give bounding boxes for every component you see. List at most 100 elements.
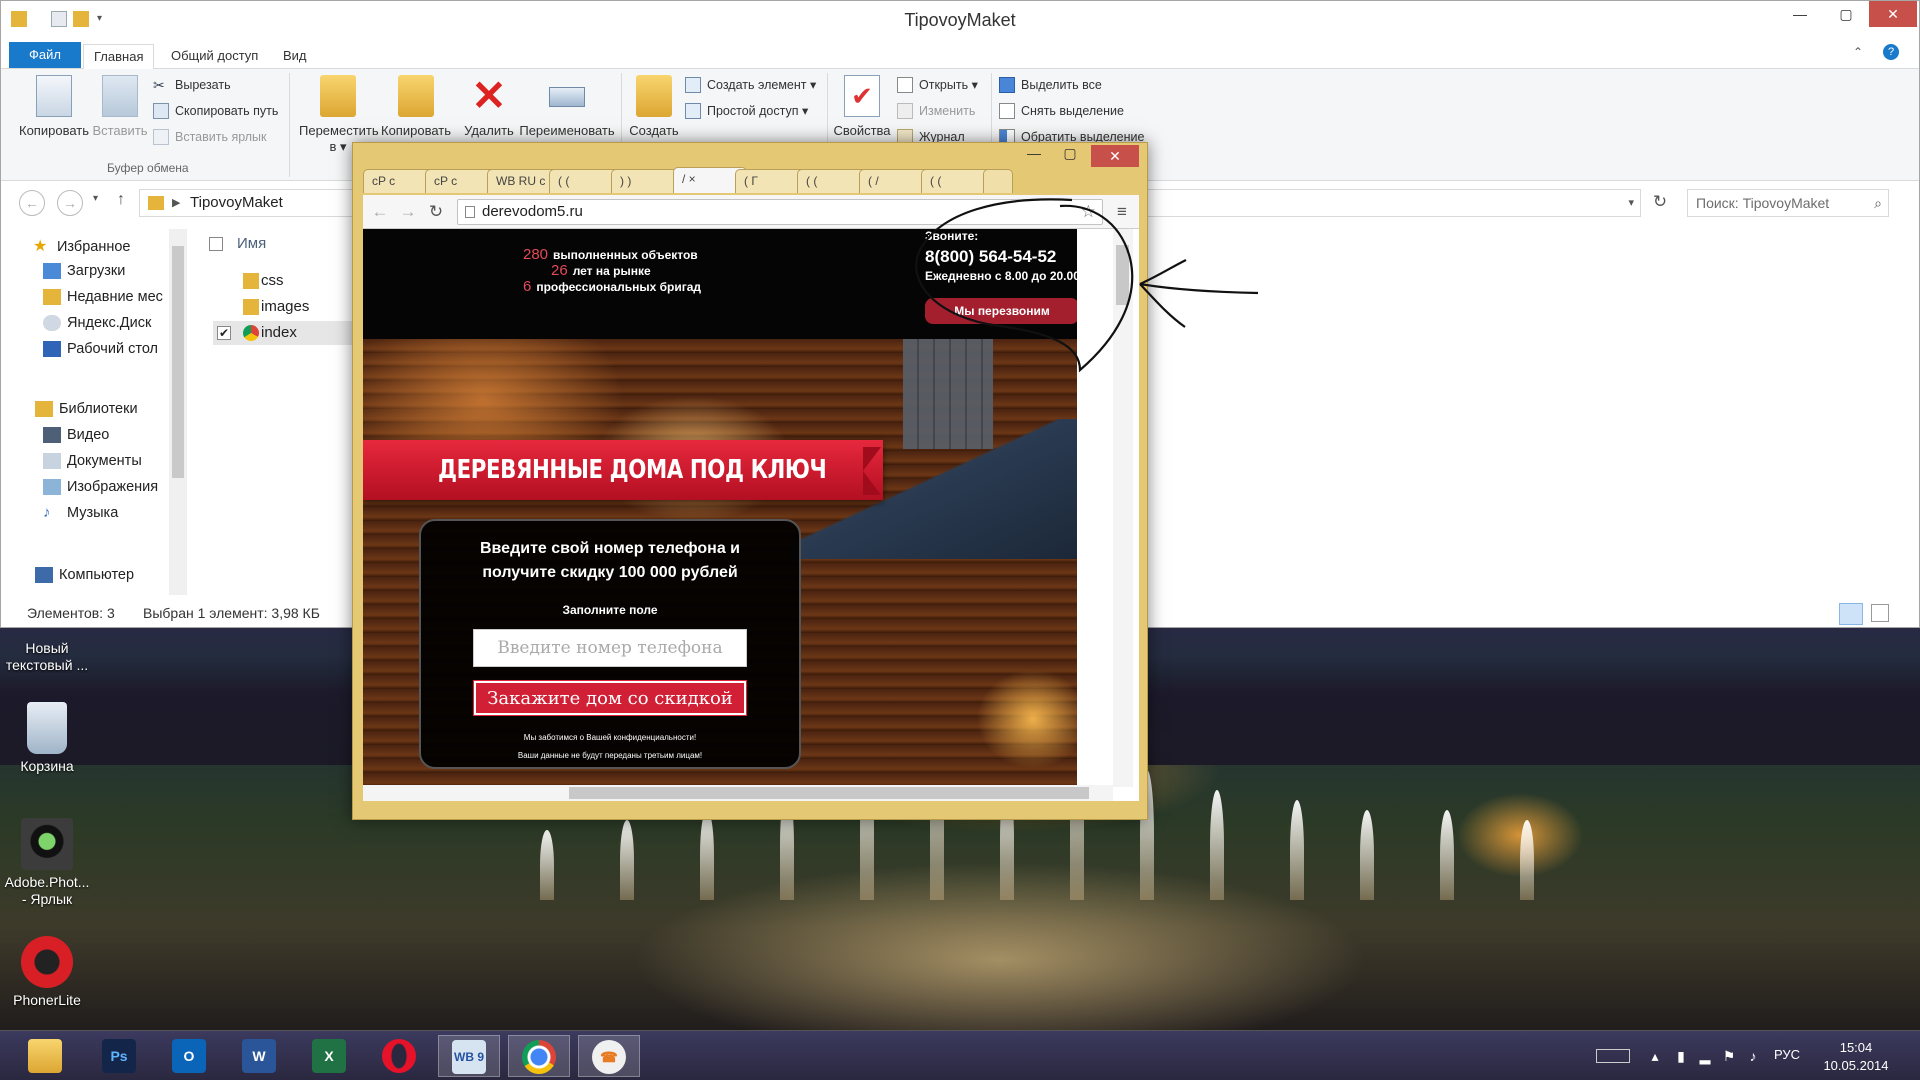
nav-libraries[interactable]: Библиотеки: [31, 397, 138, 421]
taskbar-word[interactable]: W: [228, 1035, 290, 1077]
nav-label: Изображения: [67, 479, 159, 495]
privacy-line: Ваши данные не будут переданы третьим ли…: [517, 751, 703, 760]
properties-button[interactable]: ✔ Свойства: [823, 75, 901, 139]
cut-button[interactable]: ✂ Вырезать: [153, 75, 231, 95]
chrome-menu-icon[interactable]: ≡: [1111, 201, 1133, 223]
nav-images[interactable]: Изображения: [39, 475, 158, 499]
nav-downloads[interactable]: Загрузки: [39, 259, 125, 283]
back-arrow-icon[interactable]: ←: [369, 201, 391, 223]
tab-home[interactable]: Главная: [83, 44, 155, 70]
breadcrumb-chevron-icon: ▶: [172, 197, 181, 209]
horizontal-scrollbar[interactable]: [363, 785, 1113, 801]
vertical-scrollbar-thumb[interactable]: [1116, 245, 1129, 305]
copy-path-button[interactable]: Скопировать путь: [153, 101, 278, 121]
taskbar-phonerlite[interactable]: ☎: [578, 1035, 640, 1077]
address-dropdown-icon[interactable]: ▾: [1628, 190, 1634, 216]
paste-label: Вставить: [92, 123, 148, 138]
up-arrow-icon[interactable]: ↑: [117, 191, 125, 209]
edit-button[interactable]: Изменить: [897, 101, 975, 121]
easy-access-button[interactable]: Простой доступ ▾: [685, 101, 808, 121]
file-row-selected[interactable]: ✔ index: [213, 321, 371, 345]
desktop-icon-photoshop[interactable]: Adobe.Phot... - Ярлык: [2, 818, 92, 908]
desktop-icon-recycle-bin[interactable]: Корзина: [2, 702, 92, 775]
collapse-ribbon-icon[interactable]: ⌃: [1853, 45, 1863, 59]
phone-input[interactable]: [473, 629, 747, 667]
maximize-button[interactable]: ▢: [1823, 1, 1869, 27]
file-row[interactable]: css: [213, 269, 371, 293]
minimize-button[interactable]: —: [1019, 145, 1049, 167]
taskbar-excel[interactable]: X: [298, 1035, 360, 1077]
clock[interactable]: 15:04 10.05.2014: [1806, 1039, 1906, 1075]
desktop-icon-label: Новый текстовый ...: [5, 640, 89, 673]
taskbar-photoshop[interactable]: Ps: [88, 1035, 150, 1077]
paste-button[interactable]: Вставить: [81, 75, 159, 139]
taskbar-webmoney[interactable]: WB 9: [438, 1035, 500, 1077]
reload-icon[interactable]: ↻: [425, 201, 447, 223]
close-button[interactable]: ✕: [1869, 1, 1917, 27]
forward-arrow-icon[interactable]: →: [397, 201, 419, 223]
url-bar[interactable]: derevodom5.ru ☆: [457, 199, 1103, 225]
nav-label: Загрузки: [67, 263, 126, 279]
order-discount-button[interactable]: Закажите дом со скидкой: [473, 680, 747, 716]
forward-button[interactable]: →: [57, 190, 83, 216]
details-view-icon[interactable]: [1839, 603, 1863, 625]
paste-shortcut-icon: [153, 129, 169, 145]
nav-documents[interactable]: Документы: [39, 449, 142, 473]
input-language[interactable]: РУС: [1774, 1047, 1800, 1062]
headline: ДЕРЕВЯННЫЕ ДОМА ПОД КЛЮЧ: [438, 455, 827, 485]
horizontal-scrollbar-thumb[interactable]: [569, 787, 1089, 799]
minimize-button[interactable]: —: [1777, 1, 1823, 27]
select-all-button[interactable]: Выделить все: [999, 75, 1102, 95]
network-icon[interactable]: ▂: [1696, 1047, 1714, 1065]
file-checkbox[interactable]: ✔: [217, 326, 231, 340]
status-selection: Выбран 1 элемент: 3,98 КБ: [143, 605, 320, 621]
large-icons-view-icon[interactable]: [1871, 604, 1889, 622]
taskbar-opera[interactable]: [368, 1035, 430, 1077]
select-none-button[interactable]: Снять выделение: [999, 101, 1124, 121]
new-item-button[interactable]: Создать элемент ▾: [685, 75, 816, 95]
desktop-icon-phonerlite[interactable]: PhonerLite: [2, 936, 92, 1009]
select-all-checkbox[interactable]: [209, 237, 223, 251]
maximize-button[interactable]: ▢: [1055, 145, 1085, 167]
search-input[interactable]: Поиск: TipovoyMaket ⌕: [1687, 189, 1889, 217]
nav-desktop[interactable]: Рабочий стол: [39, 337, 158, 361]
recent-locations-icon[interactable]: ▾: [93, 193, 98, 204]
touch-keyboard-icon[interactable]: [1596, 1049, 1630, 1063]
new-tab-button[interactable]: [983, 169, 1013, 193]
tab-view[interactable]: Вид: [273, 44, 317, 69]
open-button[interactable]: Открыть ▾: [897, 75, 978, 95]
tab-file[interactable]: Файл: [9, 42, 81, 68]
power-icon[interactable]: ▮: [1672, 1047, 1690, 1065]
nav-video[interactable]: Видео: [39, 423, 109, 447]
callback-button[interactable]: Мы перезвоним: [925, 298, 1077, 324]
nav-yandex-disk[interactable]: Яндекс.Диск: [39, 311, 151, 335]
delete-button[interactable]: ✕ Удалить: [451, 75, 527, 139]
taskbar-outlook[interactable]: O: [158, 1035, 220, 1077]
vertical-scrollbar[interactable]: [1113, 229, 1133, 787]
refresh-icon[interactable]: ↻: [1649, 192, 1671, 214]
rename-button[interactable]: Переименовать: [517, 75, 617, 139]
nav-scrollbar-thumb[interactable]: [172, 246, 184, 478]
nav-recent[interactable]: Недавние мес: [39, 285, 163, 309]
nav-favorites[interactable]: ★ Избранное: [3, 235, 130, 259]
taskbar: Ps O W X WB 9 ☎ ▴ ▮ ▂ ⚑ ♪ РУС 15:04 10.0…: [0, 1030, 1920, 1080]
tab-share[interactable]: Общий доступ: [161, 44, 268, 69]
desktop-icon-new-text[interactable]: Новый текстовый ...: [2, 640, 92, 674]
stat-number: 26: [551, 262, 568, 279]
column-header-name[interactable]: Имя: [237, 235, 266, 252]
taskbar-chrome[interactable]: [508, 1035, 570, 1077]
help-icon[interactable]: ?: [1883, 44, 1899, 60]
phone-number[interactable]: 8(800) 564-54-52: [925, 247, 1077, 267]
nav-music[interactable]: ♪ Музыка: [39, 501, 118, 525]
bookmark-star-icon[interactable]: ☆: [1081, 200, 1096, 224]
file-row[interactable]: images: [213, 295, 371, 319]
taskbar-explorer[interactable]: [14, 1035, 76, 1077]
volume-icon[interactable]: ♪: [1744, 1047, 1762, 1065]
nav-computer[interactable]: Компьютер: [31, 563, 134, 587]
action-center-icon[interactable]: ⚑: [1720, 1047, 1738, 1065]
paste-shortcut-button[interactable]: Вставить ярлык: [153, 127, 267, 147]
scissors-icon: ✂: [153, 77, 165, 93]
close-button[interactable]: ✕: [1091, 145, 1139, 167]
show-hidden-icons-icon[interactable]: ▴: [1646, 1047, 1664, 1065]
back-button[interactable]: ←: [19, 190, 45, 216]
